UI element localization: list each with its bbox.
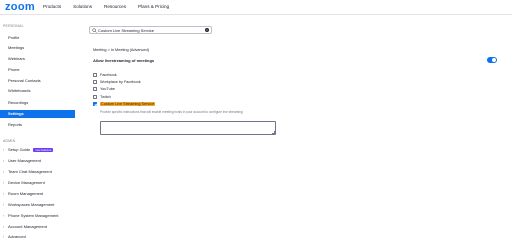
sidebar-item-advanced[interactable]: › Advanced [0,233,75,241]
nav-plans-pricing[interactable]: Plans & Pricing [138,4,169,9]
livestream-toggle[interactable] [487,57,497,63]
sidebar-item-setup-guide[interactable]: › Setup Guide new features [0,146,75,154]
chevron-right-icon: › [3,170,5,174]
new-features-badge: new features [33,147,54,152]
sidebar-item-personal-contacts[interactable]: Personal Contacts [0,77,75,85]
settings-search-input[interactable]: Custom Live Streaming Service × [89,26,212,34]
option-custom-live-streaming[interactable]: Custom Live Streaming Service [93,101,156,106]
option-label: Workplace by Facebook [100,79,141,84]
checkbox[interactable] [93,79,97,84]
sidebar-item-meetings[interactable]: Meetings [0,44,75,52]
chevron-right-icon: › [3,235,5,239]
search-icon [92,27,97,33]
sidebar-item-whiteboards[interactable]: Whiteboards [0,87,75,95]
sidebar-item-label: Account Management [8,224,47,229]
zoom-logo[interactable]: zoom [5,1,35,13]
option-label: Facebook [100,72,117,77]
setting-title: Allow livestreaming of meetings [93,58,155,63]
sidebar-heading-admin: ADMIN [3,139,16,143]
checkbox[interactable] [93,72,97,77]
sidebar-item-label: Setup Guide [8,147,31,152]
sidebar-item-phone-system-management[interactable]: › Phone System Management [0,212,75,220]
top-nav-links: Products Solutions Resources Plans & Pri… [43,4,169,9]
resize-handle-icon[interactable] [271,130,275,134]
search-value: Custom Live Streaming Service [98,28,155,34]
option-youtube[interactable]: YouTube [93,86,115,91]
toggle-knob [491,57,497,63]
sidebar-item-label: Team Chat Management [8,169,52,174]
helper-text: Provide specific instructions that will … [100,110,243,114]
clear-icon[interactable]: × [205,28,209,32]
sidebar-item-workspaces-management[interactable]: › Workspaces Management [0,201,75,209]
sidebar-item-device-management[interactable]: › Device Management [0,179,75,187]
sidebar-item-label: Phone System Management [8,213,59,218]
option-label-highlighted: Custom Live Streaming Service [100,101,156,106]
chevron-right-icon: › [3,181,5,185]
option-facebook[interactable]: Facebook [93,72,117,77]
nav-solutions[interactable]: Solutions [73,4,92,9]
instructions-textarea[interactable] [100,121,276,135]
breadcrumb: Meeting > In Meeting (Advanced) [93,48,150,52]
sidebar-item-webinars[interactable]: Webinars [0,55,75,63]
top-navigation-bar: zoom Products Solutions Resources Plans … [0,0,512,15]
sidebar-item-phone[interactable]: Phone [0,66,75,74]
sidebar-item-settings[interactable]: Settings [0,110,75,118]
nav-products[interactable]: Products [43,4,61,9]
chevron-right-icon: › [3,148,5,152]
sidebar-item-team-chat-management[interactable]: › Team Chat Management [0,168,75,176]
sidebar-item-recordings[interactable]: Recordings [0,99,75,107]
option-label: Twitch [100,94,111,99]
sidebar-item-user-management[interactable]: › User Management [0,157,75,165]
option-twitch[interactable]: Twitch [93,94,111,99]
sidebar-item-label: Room Management [8,191,44,196]
sidebar-item-profile[interactable]: Profile [0,34,75,42]
sidebar-item-account-management[interactable]: › Account Management [0,223,75,231]
checkbox[interactable] [93,94,97,99]
checkbox-checked[interactable] [93,101,97,106]
checkbox[interactable] [93,86,97,91]
sidebar-heading-personal: PERSONAL [3,24,24,28]
sidebar: PERSONAL Profile Meetings Webinars Phone… [0,18,75,252]
sidebar-item-room-management[interactable]: › Room Management [0,190,75,198]
option-label: YouTube [100,86,115,91]
chevron-right-icon: › [3,214,5,218]
sidebar-item-label: User Management [8,158,41,163]
chevron-right-icon: › [3,192,5,196]
chevron-right-icon: › [3,159,5,163]
chevron-right-icon: › [3,225,5,229]
sidebar-item-label: Device Management [8,180,45,185]
nav-resources[interactable]: Resources [104,4,126,9]
option-workplace-by-facebook[interactable]: Workplace by Facebook [93,79,141,84]
sidebar-item-label: Workspaces Management [8,202,55,207]
chevron-right-icon: › [3,203,5,207]
sidebar-item-reports[interactable]: Reports [0,121,75,129]
sidebar-item-label: Advanced [8,234,26,239]
